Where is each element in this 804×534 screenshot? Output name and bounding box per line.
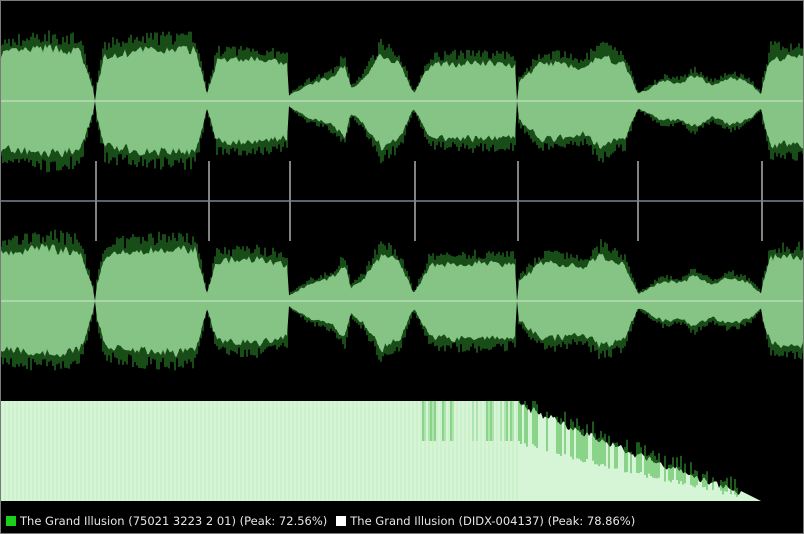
spectrum-panel: [1, 401, 761, 501]
green-square-icon: [6, 516, 16, 526]
legend-entry-source-a: The Grand Illusion (75021 3223 2 01) (Pe…: [6, 514, 327, 528]
legend-label-source-b: The Grand Illusion (DIDX-004137) (Peak: …: [350, 514, 636, 528]
waveform-comparison-view: The Grand Illusion (75021 3223 2 01) (Pe…: [0, 0, 804, 534]
legend-entry-source-b: The Grand Illusion (DIDX-004137) (Peak: …: [336, 514, 635, 528]
legend-label-source-a: The Grand Illusion (75021 3223 2 01) (Pe…: [20, 514, 328, 528]
channel-left-waveform: [1, 30, 803, 173]
legend-bar: The Grand Illusion (75021 3223 2 01) (Pe…: [1, 510, 803, 532]
white-square-icon: [336, 516, 347, 526]
channel-right-waveform: [1, 229, 803, 371]
waveform-canvas: [1, 30, 803, 501]
